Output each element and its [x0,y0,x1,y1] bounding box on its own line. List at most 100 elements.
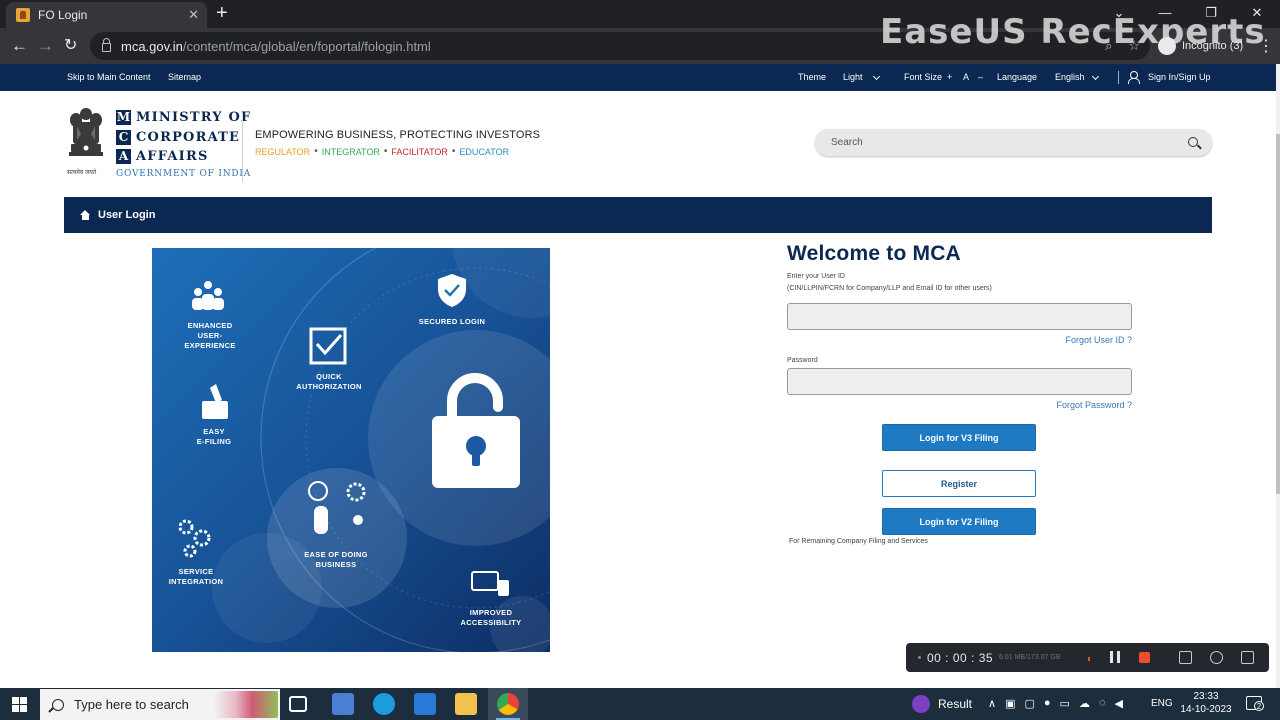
clock-time: 23:33 [1193,691,1219,702]
role-separator: • [314,146,318,157]
login-illustration: ENHANCED USER-EXPERIENCE SECURED LOGIN Q… [152,248,550,652]
camera-icon[interactable]: ▢ [1024,697,1034,710]
brand-letter-c: C [116,129,131,145]
sign-in-link[interactable]: Sign In/Sign Up [1148,72,1211,82]
url-path: /content/mca/global/en/foportal/fologin.… [182,38,431,54]
userid-input[interactable] [787,303,1132,330]
feature-improved-accessibility: IMPROVED ACCESSIBILITY [452,608,530,628]
brand-word-corporate: CORPORATE [136,129,241,145]
role-separator: • [383,146,388,157]
theme-chevron-down-icon[interactable] [872,71,881,81]
emblem-caption: सत्यमेव जयते [67,170,97,176]
screenshot-icon[interactable] [1179,651,1192,664]
url-domain: mca.gov.in [121,38,183,54]
mca-favicon-icon [16,8,30,22]
forgot-password-link[interactable]: Forgot Password ? [1012,400,1132,410]
taskbar-search-box[interactable]: Type here to search [40,689,280,720]
network-icon[interactable]: ◌ [1099,697,1106,710]
feature-label: SERVICE INTEGRATION [168,567,224,586]
edge-icon[interactable] [373,693,395,715]
feature-secured-login: SECURED LOGIN [410,317,494,327]
user-icon[interactable] [1128,71,1140,84]
utility-divider [1118,71,1119,84]
tagline: EMPOWERING BUSINESS, PROTECTING INVESTOR… [255,129,541,141]
login-v2-button[interactable]: Login for V2 Filing [882,508,1036,535]
scrollbar-thumb[interactable] [1276,134,1280,494]
brand-word-affairs: AFFAIRS [136,149,209,165]
new-tab-button[interactable]: + [216,3,228,23]
font-decrease-button[interactable]: – [978,72,983,82]
chrome-icon[interactable] [497,693,519,715]
file-explorer-icon[interactable] [455,693,477,715]
home-icon[interactable] [80,210,91,220]
reload-icon[interactable]: ↻ [64,36,77,56]
sitemap-link[interactable]: Sitemap [168,72,201,82]
register-button[interactable]: Register [882,470,1036,497]
screen-recorder-widget: 00 : 00 : 35 6.61 MB/173.07 GB [906,643,1269,672]
userid-hint: Enter your User ID [787,273,845,280]
role-list: REGULATOR • INTEGRATOR • FACILITATOR • E… [255,146,509,157]
close-tab-icon[interactable]: ✕ [188,7,199,23]
volume-icon[interactable]: ◀ [1114,697,1122,710]
browser-tab[interactable]: FO Login ✕ [6,2,207,28]
meet-now-icon[interactable]: ▣ [1005,697,1015,710]
task-view-icon[interactable] [289,696,307,712]
skip-to-main-link[interactable]: Skip to Main Content [67,72,151,82]
collapse-icon[interactable] [1241,651,1254,664]
pause-icon[interactable] [1110,651,1120,663]
store-icon[interactable] [332,693,354,715]
lock-icon[interactable] [102,38,111,52]
brand-word-ministry: MINISTRY OF [136,110,252,126]
tab-title: FO Login [38,8,88,22]
show-hidden-icons-icon[interactable]: ∧ [988,697,996,710]
brand-letter-a: A [116,149,131,165]
feature-service-integration: SERVICE INTEGRATION [162,567,230,587]
font-reset-button[interactable]: A [963,72,969,82]
role-facilitator: FACILITATOR [391,146,448,157]
font-size-label: Font Size [904,72,943,82]
font-increase-button[interactable]: + [947,72,952,82]
microphone-icon[interactable]: ● [1044,697,1051,710]
timer-icon[interactable] [1210,651,1223,664]
feature-label: IMPROVED ACCESSIBILITY [460,608,522,627]
page-title-band: User Login [64,197,1212,233]
battery-icon[interactable]: ▭ [1060,697,1070,710]
national-emblem-logo: सत्यमेव जयते [64,104,108,176]
ministry-brand[interactable]: M MINISTRY OF C CORPORATE A AFFAIRS [116,108,251,167]
mail-icon[interactable] [414,693,436,715]
result-label: Result [938,697,973,711]
forgot-userid-link[interactable]: Forgot User ID ? [1032,335,1132,345]
password-input[interactable] [787,368,1132,395]
feature-label: ENHANCED USER-EXPERIENCE [184,321,236,350]
feature-label: EASE OF DOING BUSINESS [304,550,368,569]
feature-ease-of-doing-business: EASE OF DOING BUSINESS [290,550,382,570]
header-divider [242,114,243,182]
back-arrow-icon[interactable]: ← [11,36,28,56]
forward-arrow-icon[interactable]: → [37,36,54,56]
feature-label: SECURED LOGIN [418,317,486,326]
feature-quick-authorization: QUICK AUTHORIZATION [288,372,370,392]
search-icon[interactable] [1188,137,1198,147]
language-indicator[interactable]: ENG [1151,698,1173,709]
system-clock[interactable]: 23:33 14-10-2023 [1180,690,1232,716]
theme-select[interactable]: Light [843,72,863,82]
notification-badge: 2 [1254,701,1264,711]
windows-taskbar: Type here to search Result ∧ ▣ ▢ ● ▭ ☁ ◌… [0,688,1280,720]
result-widget[interactable]: Result [912,695,972,713]
role-educator: EDUCATOR [459,146,510,157]
language-select[interactable]: English [1055,72,1085,82]
stop-icon[interactable] [1139,652,1150,663]
theme-label: Theme [798,72,827,82]
illustration-graphic [152,248,550,652]
cloud-icon[interactable]: ☁ [1079,697,1090,710]
role-regulator: REGULATOR [255,146,311,157]
login-v3-button[interactable]: Login for V3 Filing [882,424,1036,451]
result-icon [912,695,930,713]
windows-start-icon[interactable] [12,697,27,712]
page-scrollbar[interactable] [1276,64,1280,688]
language-chevron-down-icon[interactable] [1091,71,1100,81]
feature-enhanced-user-experience: ENHANCED USER-EXPERIENCE [172,321,248,351]
welcome-heading: Welcome to MCA [787,242,961,265]
site-search-input[interactable] [815,129,1212,156]
feature-label: QUICK AUTHORIZATION [296,372,362,391]
